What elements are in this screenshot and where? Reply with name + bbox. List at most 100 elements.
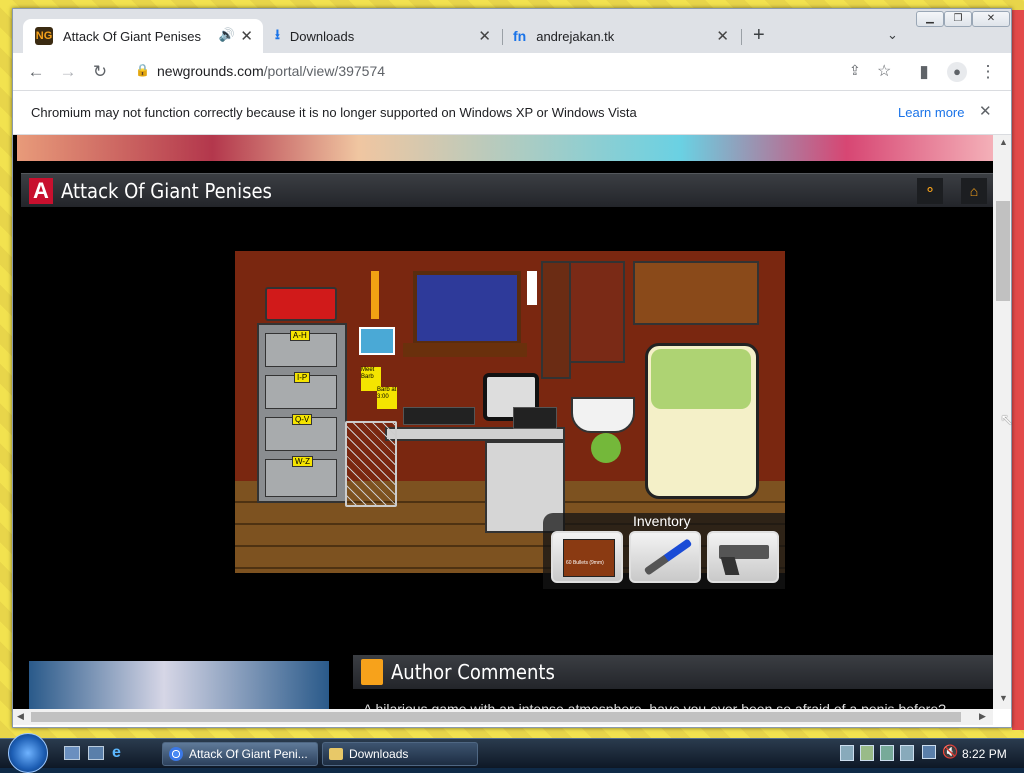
upper-cabinets[interactable] [633, 261, 759, 325]
red-toolbox[interactable] [265, 287, 337, 321]
close-window-button[interactable]: ✕ [972, 11, 1010, 27]
document-icon [361, 659, 383, 685]
maximize-button[interactable]: ❐ [944, 11, 972, 27]
chromium-icon [169, 747, 183, 761]
forward-icon[interactable]: → [57, 62, 79, 82]
game-panel-header: A Attack Of Giant Penises ⚬ ⌂ [21, 173, 993, 207]
open-cupboard[interactable] [569, 261, 625, 363]
share-game-icon[interactable]: ⚬ [917, 178, 943, 204]
vertical-scroll-thumb[interactable] [996, 201, 1010, 301]
fullscreen-icon[interactable]: ⌂ [961, 178, 987, 204]
side-panel-icon[interactable]: ▮ [913, 62, 935, 82]
taskbar-item-chromium[interactable]: Attack Of Giant Peni... [162, 742, 318, 766]
close-infobar-icon[interactable]: ✕ [979, 102, 992, 120]
cabinet-drawer[interactable]: A-H [265, 330, 337, 367]
folder-icon [329, 748, 343, 760]
wallpaper-art-right [1012, 10, 1024, 730]
url-text[interactable]: newgrounds.com/portal/view/397574 [157, 63, 385, 79]
switch-windows-icon[interactable] [88, 746, 104, 760]
url-path: /portal/view/397574 [263, 63, 386, 79]
dvd-player[interactable] [403, 407, 475, 425]
reload-icon[interactable]: ↻ [89, 62, 111, 82]
profile-avatar-icon[interactable]: ● [947, 62, 967, 82]
wall-calendar[interactable] [527, 271, 537, 305]
microwave[interactable] [513, 407, 557, 429]
bookmark-star-icon[interactable]: ☆ [877, 61, 891, 81]
speaker-icon[interactable]: 🔊 [219, 27, 235, 43]
game-canvas[interactable]: A-H I-P Q-V W-Z Meet Barb Barb at 3:00 I… [235, 221, 785, 621]
kebab-menu-icon[interactable]: ⋮ [977, 62, 999, 82]
fridge-slime [651, 349, 751, 409]
tray-volume-muted-icon[interactable]: 🔇 [942, 744, 958, 760]
screwdriver-icon [643, 538, 693, 576]
newgrounds-a-icon: A [29, 178, 53, 204]
tray-app2-icon[interactable] [880, 745, 894, 761]
scroll-left-arrow-icon[interactable]: ◀ [17, 711, 24, 722]
cabinet-label: Q-V [292, 414, 313, 425]
share-icon[interactable]: ⇪ [849, 62, 861, 79]
taskbar-item-downloads[interactable]: Downloads [322, 742, 478, 766]
wall-sink[interactable] [571, 397, 635, 433]
inventory-label: Inventory [633, 513, 691, 529]
new-tab-icon[interactable]: + [753, 24, 765, 47]
horizontal-scrollbar[interactable]: ◀ ▶ [13, 709, 993, 725]
close-tab-icon[interactable]: ✕ [240, 27, 253, 45]
tray-network-icon[interactable] [840, 745, 854, 761]
author-comments-text: A hilarious game with an intense atmosph… [363, 701, 946, 709]
close-tab-icon[interactable]: ✕ [478, 27, 491, 45]
tab-search-chevron-icon[interactable]: ⌄ [887, 27, 898, 43]
tray-monitor-icon[interactable] [922, 745, 936, 759]
tab-andrejakan[interactable]: fn andrejakan.tk ✕ [503, 19, 739, 53]
cabinet-drawer[interactable]: Q-V [265, 414, 337, 451]
desk[interactable] [385, 427, 565, 441]
back-icon[interactable]: ← [25, 62, 47, 82]
tab-strip: NG Attack Of Giant Penises 🔊 ✕ ⭳ Downloa… [13, 9, 1011, 53]
cabinet-label: W-Z [292, 456, 313, 467]
minimize-button[interactable]: ▁ [916, 11, 944, 27]
start-button[interactable] [8, 733, 48, 773]
browser-toolbar: ← → ↻ 🔒 newgrounds.com/portal/view/39757… [13, 53, 1011, 91]
game-title: Attack Of Giant Penises [61, 179, 272, 203]
tab-title: andrejakan.tk [536, 28, 615, 44]
windows-taskbar: e Attack Of Giant Peni... Downloads 🔇 8:… [0, 733, 1024, 773]
download-icon: ⭳ [275, 26, 280, 42]
tab-active-game[interactable]: NG Attack Of Giant Penises 🔊 ✕ [23, 19, 263, 53]
note-text: Barb at 3:00 [377, 387, 397, 400]
cabinet-drawer[interactable]: I-P [265, 372, 337, 409]
hanging-key[interactable] [371, 271, 379, 319]
wall-photo[interactable] [359, 327, 395, 355]
tab-downloads[interactable]: ⭳ Downloads ✕ [265, 19, 501, 53]
mouse-cursor-icon: ↖ [1000, 412, 1014, 429]
lock-icon[interactable]: 🔒 [135, 63, 150, 77]
room-window[interactable] [413, 271, 521, 345]
show-desktop-icon[interactable] [64, 746, 80, 760]
sticky-note[interactable]: Barb at 3:00 [377, 387, 397, 409]
horizontal-scroll-thumb[interactable] [31, 712, 961, 722]
scroll-right-arrow-icon[interactable]: ▶ [979, 711, 986, 722]
note-text: Meet Barb [361, 367, 375, 380]
scroll-down-arrow-icon[interactable]: ▼ [999, 693, 1008, 703]
author-comments-header: Author Comments [353, 655, 993, 689]
wire-trash-can[interactable] [345, 421, 397, 507]
inventory-slot-ammo[interactable]: 60 Bullets (9mm) [551, 531, 623, 583]
page-viewport: A Attack Of Giant Penises ⚬ ⌂ A-H I-P Q-… [13, 135, 993, 709]
cabinet-drawer[interactable]: W-Z [265, 456, 337, 497]
related-thumbnail[interactable] [29, 661, 329, 709]
filing-cabinet[interactable]: A-H I-P Q-V W-Z [257, 323, 347, 503]
inventory-slot-screwdriver[interactable] [629, 531, 701, 583]
learn-more-link[interactable]: Learn more [898, 105, 964, 120]
taskbar-item-label: Attack Of Giant Peni... [189, 747, 308, 761]
browser-window: NG Attack Of Giant Penises 🔊 ✕ ⭳ Downloa… [12, 8, 1012, 728]
window-sill [403, 343, 527, 357]
clock[interactable]: 8:22 PM [962, 747, 1007, 761]
cabinet-label: A-H [290, 330, 310, 341]
newgrounds-icon: NG [35, 27, 53, 45]
internet-explorer-icon[interactable]: e [112, 744, 121, 762]
cupboard-door[interactable] [541, 261, 571, 379]
address-bar[interactable]: 🔒 newgrounds.com/portal/view/397574 ⇪ ☆ [125, 58, 895, 86]
inventory-slot-pistol[interactable] [707, 531, 779, 583]
close-tab-icon[interactable]: ✕ [716, 27, 729, 45]
tray-app3-icon[interactable] [900, 745, 914, 761]
tray-app-icon[interactable] [860, 745, 874, 761]
scroll-up-arrow-icon[interactable]: ▲ [999, 137, 1008, 147]
